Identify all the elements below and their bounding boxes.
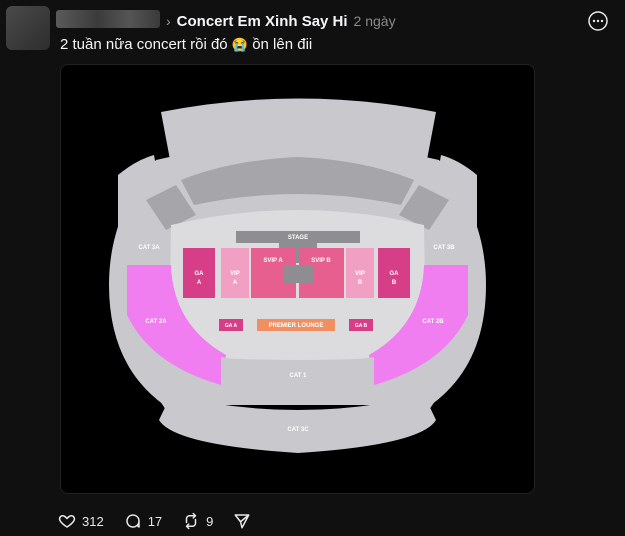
- label-ga-b-2: B: [392, 280, 397, 286]
- label-ga-a-2: A: [197, 280, 202, 286]
- post-header: › Concert Em Xinh Say Hi 2 ngày: [166, 10, 396, 32]
- label-ga-b-1: GA: [390, 271, 400, 277]
- label-vip-b-2: B: [358, 280, 363, 286]
- repost-button[interactable]: 9: [182, 512, 213, 530]
- caption-text: 2 tuần nữa concert rồi đó: [60, 36, 228, 53]
- comment-count: 17: [147, 513, 163, 529]
- comment-icon: [124, 512, 142, 530]
- label-cat-2a: CAT 2A: [145, 319, 167, 325]
- label-cat-3c: CAT 3C: [287, 427, 309, 433]
- label-cat-3a: CAT 3A: [138, 245, 160, 251]
- post-actions: 312 17 9: [58, 512, 271, 530]
- comment-button[interactable]: 17: [124, 512, 162, 530]
- like-button[interactable]: 312: [58, 512, 104, 530]
- chevron-right-icon: ›: [166, 13, 171, 29]
- label-svip-b: SVIP B: [311, 258, 331, 264]
- label-svip-a: SVIP A: [263, 258, 283, 264]
- label-stage: STAGE: [288, 235, 308, 241]
- username-blurred[interactable]: [56, 10, 160, 28]
- label-cat-2b: CAT 2B: [422, 319, 444, 325]
- like-count: 312: [82, 513, 104, 529]
- caption-text-end: ồn lên đii: [252, 36, 313, 53]
- label-vip-b-1: VIP: [355, 271, 365, 277]
- seatmap-graphic: STAGE SVIP A SVIP B VIP A VIP B GA A GA …: [109, 98, 486, 453]
- label-premier-lounge: PREMIER LOUNGE: [269, 323, 324, 329]
- label-vip-a-2: A: [233, 280, 238, 286]
- share-button[interactable]: [233, 512, 251, 530]
- crying-emoji: 😭: [231, 37, 249, 52]
- repost-icon: [182, 512, 200, 530]
- heart-icon: [58, 512, 76, 530]
- post-time: 2 ngày: [353, 13, 396, 29]
- post-image-seatmap[interactable]: STAGE SVIP A SVIP B VIP A VIP B GA A GA …: [60, 64, 535, 494]
- label-vip-a-1: VIP: [230, 271, 240, 277]
- send-icon: [233, 512, 251, 530]
- repost-count: 9: [206, 513, 214, 529]
- label-ga-b-small: GA B: [355, 323, 368, 329]
- post-caption: 2 tuần nữa concert rồi đó 😭 ồn lên đii: [60, 36, 312, 53]
- avatar[interactable]: [6, 6, 50, 50]
- label-cat-3b: CAT 3B: [433, 245, 455, 251]
- more-options-icon[interactable]: [586, 9, 610, 33]
- label-ga-a-small: GA A: [225, 323, 238, 329]
- group-name-link[interactable]: Concert Em Xinh Say Hi: [177, 13, 348, 30]
- label-cat-1: CAT 1: [290, 373, 308, 379]
- label-ga-a-1: GA: [195, 271, 205, 277]
- cat-1: [221, 357, 374, 405]
